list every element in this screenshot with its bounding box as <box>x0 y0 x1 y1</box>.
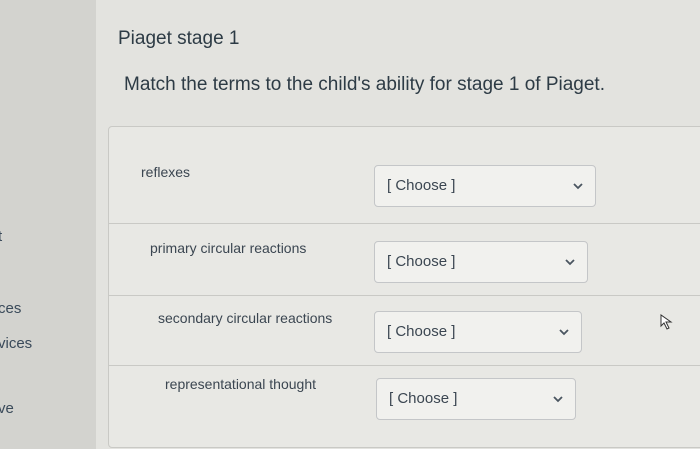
chevron-down-icon <box>565 259 575 266</box>
chevron-down-icon <box>573 183 583 190</box>
sidebar-item-3[interactable]: vices <box>0 335 32 352</box>
row-divider <box>108 365 700 366</box>
match-select-representational-thought[interactable]: [ Choose ] <box>376 378 576 420</box>
chevron-down-icon <box>559 329 569 336</box>
match-term-primary-circular-reactions: primary circular reactions <box>150 240 307 256</box>
match-select-reflexes[interactable]: [ Choose ] <box>374 165 596 207</box>
question-title: Piaget stage 1 <box>118 28 240 49</box>
match-select-secondary-circular-reactions[interactable]: [ Choose ] <box>374 311 582 353</box>
match-term-representational-thought: representational thought <box>165 376 316 392</box>
row-divider <box>108 295 700 296</box>
match-term-secondary-circular-reactions: secondary circular reactions <box>158 310 333 326</box>
select-value: [ Choose ] <box>387 253 456 270</box>
row-divider <box>108 223 700 224</box>
question-text: Match the terms to the child's ability f… <box>124 74 605 95</box>
chevron-down-icon <box>553 396 563 403</box>
select-value: [ Choose ] <box>387 323 456 340</box>
left-nav-sidebar: t ces vices ve <box>0 0 97 449</box>
sidebar-item-2[interactable]: ces <box>0 300 21 317</box>
select-value: [ Choose ] <box>387 177 456 194</box>
sidebar-item-4[interactable]: ve <box>0 400 14 417</box>
select-value: [ Choose ] <box>389 390 458 407</box>
match-select-primary-circular-reactions[interactable]: [ Choose ] <box>374 241 588 283</box>
mouse-pointer-icon <box>660 314 673 330</box>
sidebar-item-1[interactable]: t <box>0 228 2 245</box>
match-term-reflexes: reflexes <box>141 164 191 180</box>
